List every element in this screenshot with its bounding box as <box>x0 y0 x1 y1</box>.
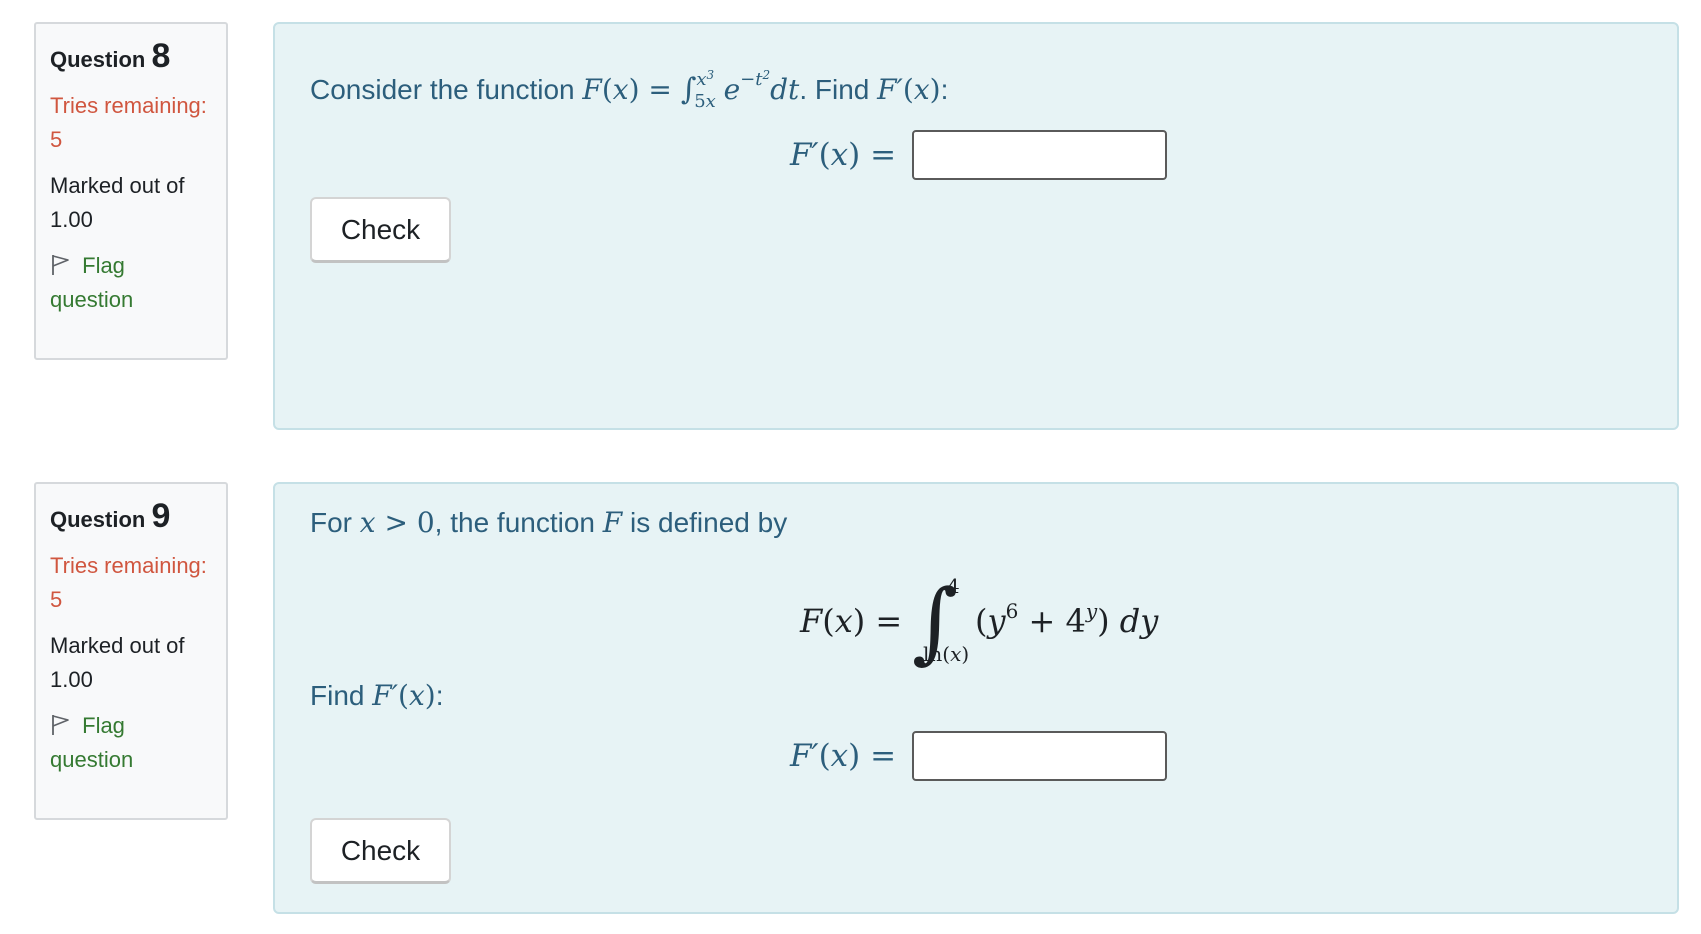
marked-out-of: Marked out of 1.00 <box>50 173 185 232</box>
function-symbol-math: F <box>602 506 623 539</box>
question-number-heading: Question 9 <box>50 499 212 537</box>
flag-outline-icon <box>50 713 82 738</box>
question-text-prefix: For <box>310 507 352 538</box>
derivative-math: F′(x): <box>877 73 949 106</box>
tries-remaining: Tries remaining: 5 <box>50 93 207 152</box>
tries-remaining: Tries remaining: 5 <box>50 553 207 612</box>
find-label: Find <box>310 680 365 711</box>
question-text: Consider the function F(x) = ∫x35x e−t2d… <box>310 68 949 112</box>
marked-out-of: Marked out of 1.00 <box>50 633 185 692</box>
check-button[interactable]: Check <box>310 197 451 263</box>
condition-math: x > 0 <box>359 506 435 539</box>
flag-question-link[interactable]: Flag question <box>50 249 212 317</box>
answer-label: F′(x) = <box>790 137 897 173</box>
question-content: For x > 0, the function F is defined by … <box>273 482 1679 914</box>
question-text-suffix: is defined by <box>630 507 788 538</box>
question-text-find: . Find <box>799 74 870 105</box>
question-info-panel: Question 9 Tries remaining: 5 Marked out… <box>34 482 228 820</box>
question-text: For x > 0, the function F is defined by <box>310 506 787 539</box>
question-number: 8 <box>151 37 171 75</box>
answer-input[interactable] <box>912 130 1167 180</box>
question-number: 9 <box>151 497 171 535</box>
integral-definition-math: F(x) = ∫ 4 ln(x) (y6 + 4y) dy <box>800 570 1159 673</box>
question-text-prefix: Consider the function <box>310 74 575 105</box>
function-definition-math: F(x) = ∫x35x e−t2dt <box>582 68 800 112</box>
question-info-panel: Question 8 Tries remaining: 5 Marked out… <box>34 22 228 360</box>
question-text-mid: , the function <box>434 507 595 538</box>
flag-question-link[interactable]: Flag question <box>50 709 212 777</box>
question-content: Consider the function F(x) = ∫x35x e−t2d… <box>273 22 1679 430</box>
question-label: Question <box>50 507 146 532</box>
flag-outline-icon <box>50 253 82 278</box>
derivative-math: F′(x): <box>372 679 444 712</box>
question-9: Question 9 Tries remaining: 5 Marked out… <box>0 460 1701 934</box>
check-button[interactable]: Check <box>310 818 451 884</box>
question-number-heading: Question 8 <box>50 39 212 77</box>
find-text: Find F′(x): <box>310 679 444 712</box>
question-label: Question <box>50 47 146 72</box>
answer-label: F′(x) = <box>790 738 897 774</box>
question-8: Question 8 Tries remaining: 5 Marked out… <box>0 0 1701 440</box>
answer-input[interactable] <box>912 731 1167 781</box>
